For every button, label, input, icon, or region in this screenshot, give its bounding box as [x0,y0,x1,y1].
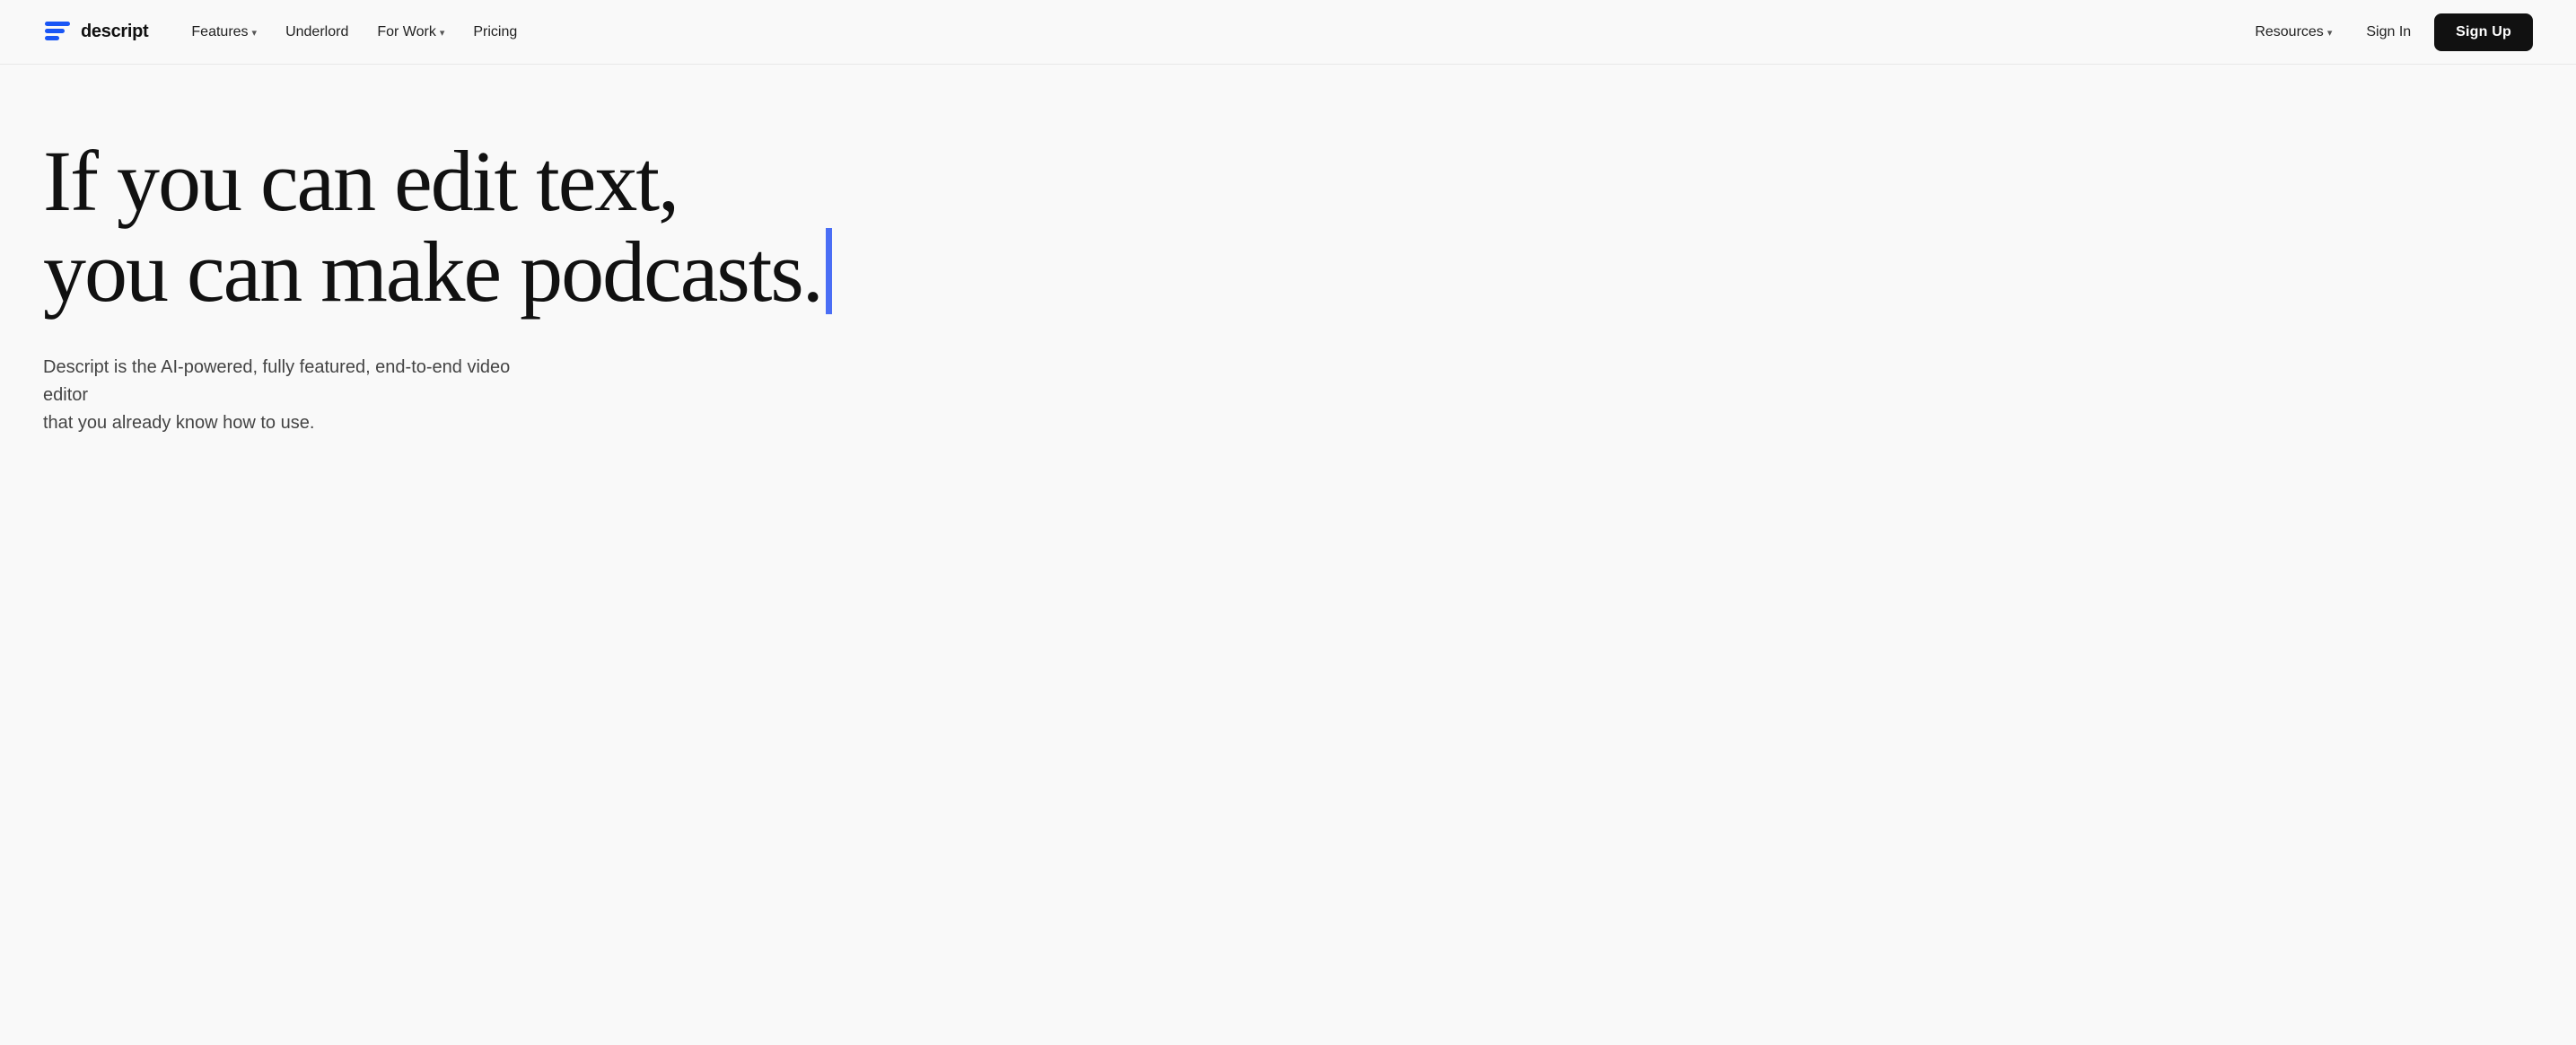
nav-left: descript Features ▾ Underlord For Work ▾… [43,17,528,48]
headline-line2-wrap: you can make podcasts. [43,227,832,318]
chevron-down-icon: ▾ [2327,27,2333,39]
nav-features-label: Features [191,24,248,40]
nav-item-resources[interactable]: Resources ▾ [2244,17,2343,48]
chevron-down-icon: ▾ [252,27,258,39]
hero-content: If you can edit text, you can make podca… [0,65,1257,491]
sign-up-button[interactable]: Sign Up [2434,13,2533,51]
nav-item-features[interactable]: Features ▾ [180,17,267,48]
hero-subtext-line1: Descript is the AI-powered, fully featur… [43,357,510,405]
logo-text: descript [81,22,148,42]
nav-for-work-label: For Work [377,24,435,40]
nav-right: Resources ▾ Sign In Sign Up [2244,13,2533,51]
hero-subtext-line2: that you already know how to use. [43,413,314,433]
nav-item-for-work[interactable]: For Work ▾ [366,17,455,48]
text-cursor [826,228,832,314]
hero-subtext: Descript is the AI-powered, fully featur… [43,354,546,437]
nav-resources-label: Resources [2255,24,2323,40]
nav-underlord-label: Underlord [285,24,348,40]
chevron-down-icon: ▾ [440,27,445,39]
sign-in-button[interactable]: Sign In [2350,15,2427,49]
nav-item-pricing[interactable]: Pricing [462,17,528,48]
nav-links: Features ▾ Underlord For Work ▾ Pricing [180,17,528,48]
nav-pricing-label: Pricing [473,24,517,40]
headline-line2: you can make podcasts. [43,227,822,318]
descript-logo-icon [43,18,72,47]
headline-line1: If you can edit text, [43,136,1214,227]
nav-item-underlord[interactable]: Underlord [275,17,359,48]
navbar: descript Features ▾ Underlord For Work ▾… [0,0,2576,65]
logo-link[interactable]: descript [43,18,148,47]
hero-section: If you can edit text, you can make podca… [0,65,2576,491]
hero-headline: If you can edit text, you can make podca… [43,136,1214,318]
